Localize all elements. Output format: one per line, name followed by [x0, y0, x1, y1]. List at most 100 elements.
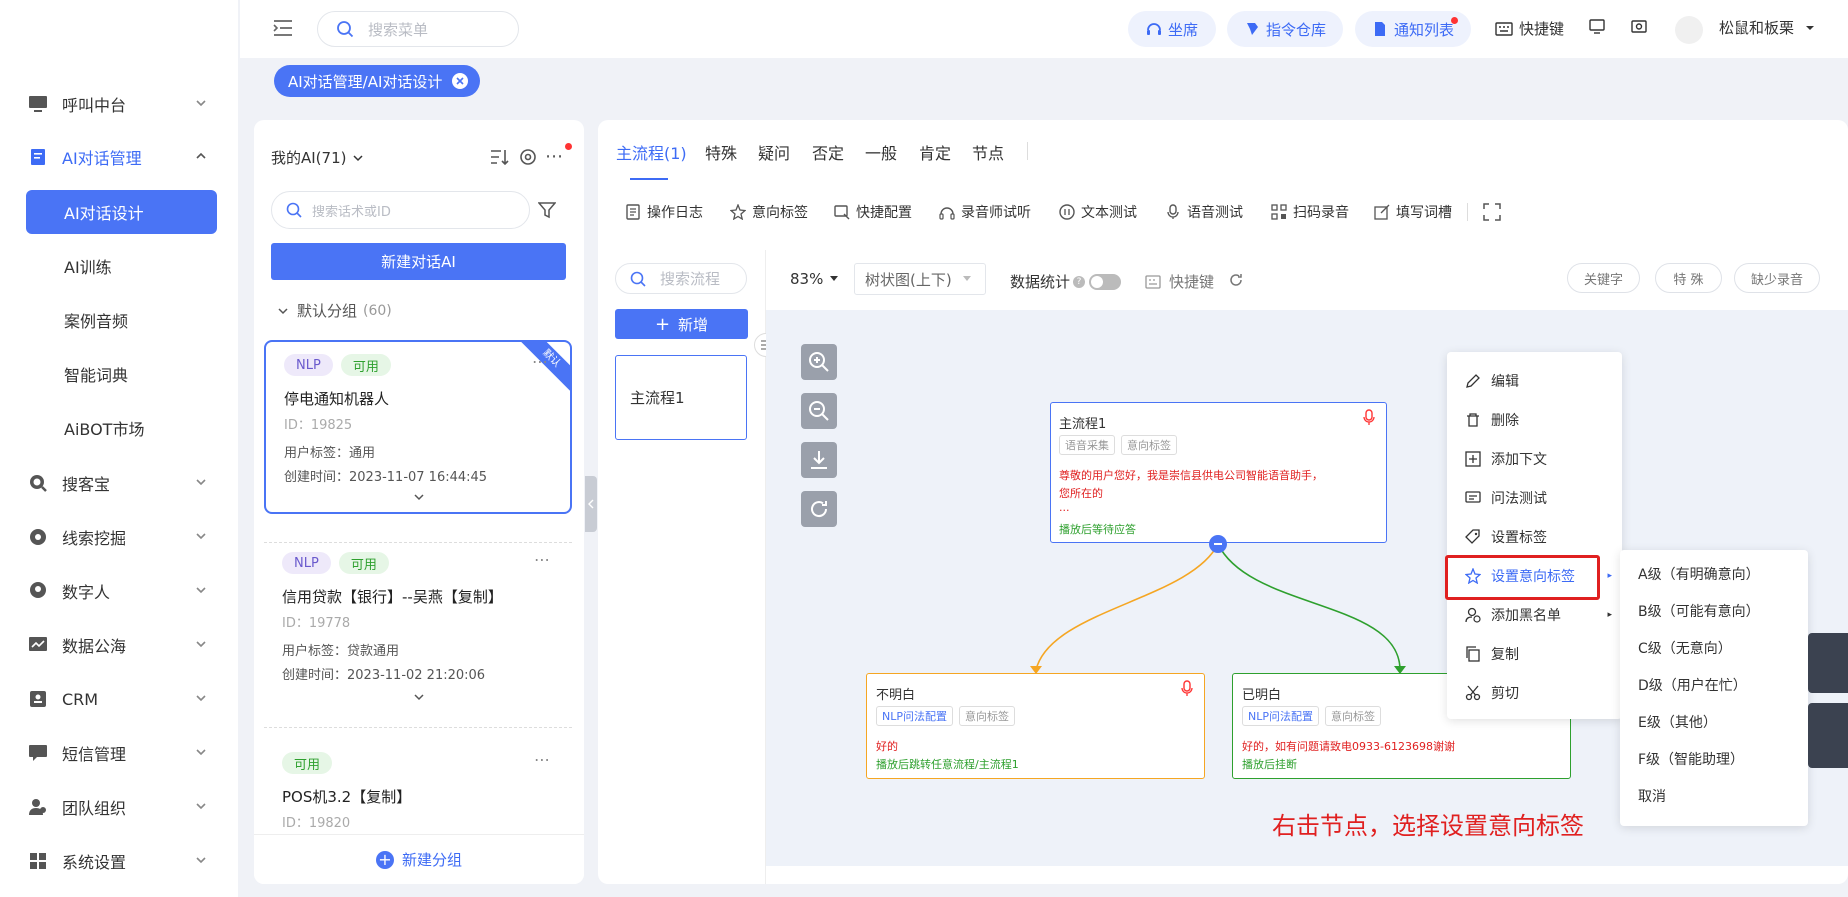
help-icon: ?	[1073, 275, 1086, 288]
nav-sms[interactable]: 短信管理	[0, 733, 238, 773]
close-icon[interactable]	[452, 73, 469, 89]
recorder-audition-button[interactable]: 录音师试听	[939, 200, 1031, 224]
sub-aibot-market[interactable]: AiBOT市场	[26, 406, 217, 450]
collapse-node-icon[interactable]	[1209, 535, 1227, 553]
sub-smart-dictionary[interactable]: 智能词典	[26, 352, 217, 396]
screen-icon[interactable]	[1589, 18, 1605, 34]
scan-record-button[interactable]: 扫码录音	[1271, 200, 1349, 224]
sort-icon[interactable]	[490, 148, 510, 170]
menu-set-tag[interactable]: 设置标签	[1447, 518, 1622, 556]
nav-ai-dialog[interactable]: AI对话管理	[0, 137, 238, 177]
default-group-toggle[interactable]: 默认分组 (60)	[277, 300, 392, 321]
menu-add-blacklist[interactable]: 添加黑名单 ▸	[1447, 596, 1622, 634]
breadcrumb-tag[interactable]: AI对话管理/AI对话设计	[274, 65, 481, 97]
float-widget[interactable]	[1808, 703, 1848, 768]
menu-cut[interactable]: 剪切	[1447, 674, 1622, 712]
intent-level-b[interactable]: B级（可能有意向）	[1620, 593, 1808, 629]
special-button[interactable]: 特 殊	[1655, 263, 1722, 293]
menu-delete[interactable]: 删除	[1447, 401, 1622, 439]
intent-level-f[interactable]: F级（智能助理）	[1620, 741, 1808, 777]
tab-special[interactable]: 特殊	[705, 140, 737, 164]
shortcut-button[interactable]: 快捷键	[1495, 18, 1564, 39]
nav-soukebao[interactable]: 搜客宝	[0, 463, 238, 503]
menu-question-test[interactable]: 问法测试	[1447, 479, 1622, 517]
sub-ai-training[interactable]: AI训练	[26, 244, 217, 288]
sub-ai-dialog-design[interactable]: AI对话设计	[26, 190, 217, 234]
card-more-icon[interactable]: ⋯	[534, 750, 550, 769]
fullscreen-icon[interactable]	[1483, 203, 1501, 225]
view-mode-select[interactable]: 树状图(上下)	[854, 263, 986, 295]
tab-general[interactable]: 一般	[865, 140, 897, 164]
user-menu[interactable]: 松鼠和板栗	[1719, 17, 1816, 38]
sub-case-audio[interactable]: 案例音频	[26, 298, 217, 342]
flow-search-input[interactable]: 搜索流程	[615, 263, 747, 294]
float-widget[interactable]	[1808, 633, 1848, 693]
flow-node-not-understood[interactable]: 不明白 NLP问法配置 意向标签 好的 播放后跳转任意流程/主流程1	[866, 673, 1205, 779]
data-stats-toggle[interactable]: 数据统计 ?	[1010, 271, 1122, 292]
missing-audio-button[interactable]: 缺少录音	[1734, 263, 1820, 293]
canvas-shortcut-button[interactable]: 快捷键	[1145, 271, 1214, 292]
menu-collapse-icon[interactable]	[272, 18, 294, 42]
card-more-icon[interactable]: ⋯	[532, 352, 548, 371]
expand-chevron-icon[interactable]	[413, 692, 425, 702]
menu-edit[interactable]: 编辑	[1447, 362, 1622, 400]
ai-card-selected[interactable]: 默认 NLP 可用 ⋯ 停电通知机器人 ID：19825 用户标签：通用 创建时…	[264, 340, 572, 514]
menu-copy[interactable]: 复制	[1447, 635, 1622, 673]
nav-call-center[interactable]: 呼叫中台	[0, 84, 238, 124]
nav-crm[interactable]: CRM	[0, 679, 238, 719]
voice-test-button[interactable]: 语音测试	[1165, 200, 1243, 224]
fill-slot-button[interactable]: 填写词槽	[1374, 200, 1452, 224]
menu-search-input[interactable]: 搜索菜单	[317, 11, 519, 47]
nav-data-pool[interactable]: 数据公海	[0, 625, 238, 665]
quick-config-button[interactable]: 快捷配置	[834, 200, 912, 224]
settings-gear-icon[interactable]	[518, 147, 538, 171]
intent-level-d[interactable]: D级（用户在忙）	[1620, 667, 1808, 703]
seat-button[interactable]: 坐席	[1128, 11, 1216, 47]
intent-level-c[interactable]: C级（无意向）	[1620, 630, 1808, 666]
download-icon[interactable]	[801, 442, 837, 478]
zoom-select[interactable]: 83%	[790, 270, 839, 288]
expand-chevron-icon[interactable]	[413, 492, 425, 502]
intent-cancel[interactable]: 取消	[1620, 778, 1808, 814]
intent-tag-button[interactable]: 意向标签	[730, 200, 808, 224]
zoom-in-icon[interactable]	[801, 344, 837, 380]
add-flow-button[interactable]: + 新增	[615, 309, 748, 339]
tab-node[interactable]: 节点	[972, 140, 1004, 164]
my-ai-dropdown[interactable]: 我的AI(71)	[271, 147, 364, 168]
new-ai-button[interactable]: 新建对话AI	[271, 243, 566, 280]
filter-icon[interactable]	[537, 201, 557, 223]
ai-search-input[interactable]: 搜索话术或ID	[271, 191, 530, 229]
text-test-button[interactable]: 文本测试	[1059, 200, 1137, 224]
nav-system-settings[interactable]: 系统设置	[0, 841, 238, 881]
tab-positive[interactable]: 肯定	[919, 140, 951, 164]
toggle-switch[interactable]	[1089, 273, 1122, 290]
nav-team[interactable]: 团队组织	[0, 787, 238, 827]
keyword-button[interactable]: 关键字	[1567, 263, 1640, 293]
intent-level-a[interactable]: A级（有明确意向）	[1620, 556, 1808, 592]
tab-main-flow[interactable]: 主流程(1)	[616, 140, 687, 164]
ai-card[interactable]: NLP 可用 ⋯ 信用贷款【银行】--吴燕【复制】 ID：19778 用户标签：…	[264, 540, 572, 712]
tab-negative[interactable]: 否定	[812, 140, 844, 164]
panel-collapse-handle[interactable]	[585, 476, 597, 532]
avatar[interactable]	[1675, 16, 1703, 44]
ai-card[interactable]: 可用 ⋯ POS机3.2【复制】 ID：19820	[264, 740, 572, 832]
refresh-icon[interactable]	[1228, 272, 1244, 292]
tab-question[interactable]: 疑问	[758, 140, 790, 164]
more-icon[interactable]: ⋯	[545, 146, 563, 167]
card-more-icon[interactable]: ⋯	[534, 550, 550, 569]
nav-lead-mining[interactable]: 线索挖掘	[0, 517, 238, 557]
nav-digital-human[interactable]: 数字人	[0, 571, 238, 611]
flow-item-main[interactable]: 主流程1	[615, 355, 747, 440]
notice-list-button[interactable]: 通知列表	[1355, 11, 1471, 47]
new-group-button[interactable]: + 新建分组	[254, 834, 584, 884]
menu-add-child[interactable]: 添加下文	[1447, 440, 1622, 478]
command-repo-button[interactable]: 指令仓库	[1227, 11, 1343, 47]
flow-node-main[interactable]: 主流程1 语音采集 意向标签 尊敬的用户您好，我是崇信县供电公司智能语音助手， …	[1050, 402, 1387, 543]
operation-log-button[interactable]: 操作日志	[625, 200, 703, 224]
screenshot-icon[interactable]	[1631, 18, 1647, 34]
intent-level-e[interactable]: E级（其他）	[1620, 704, 1808, 740]
digital-human-icon	[28, 581, 48, 601]
zoom-out-icon[interactable]	[801, 393, 837, 429]
reset-view-icon[interactable]	[801, 491, 837, 527]
card-divider	[264, 542, 572, 543]
